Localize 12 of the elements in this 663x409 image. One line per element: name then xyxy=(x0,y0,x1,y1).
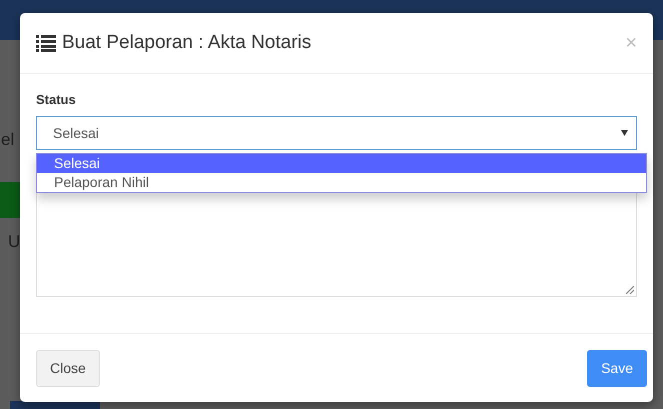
caret-icon xyxy=(621,130,628,136)
background-block xyxy=(0,182,20,218)
dropdown-option[interactable]: Selesai xyxy=(37,154,646,173)
background-text: U xyxy=(8,232,20,252)
status-select[interactable]: Selesai xyxy=(36,116,637,150)
background-text: el xyxy=(1,130,16,150)
resize-grip-icon xyxy=(626,286,634,294)
dropdown-option[interactable]: Pelaporan Nihil xyxy=(37,173,646,192)
field-label: Status xyxy=(36,92,77,107)
modal-title: Buat Pelaporan : Akta Notaris xyxy=(62,32,312,54)
close-button[interactable]: Close xyxy=(36,350,100,386)
list-icon xyxy=(36,34,56,52)
